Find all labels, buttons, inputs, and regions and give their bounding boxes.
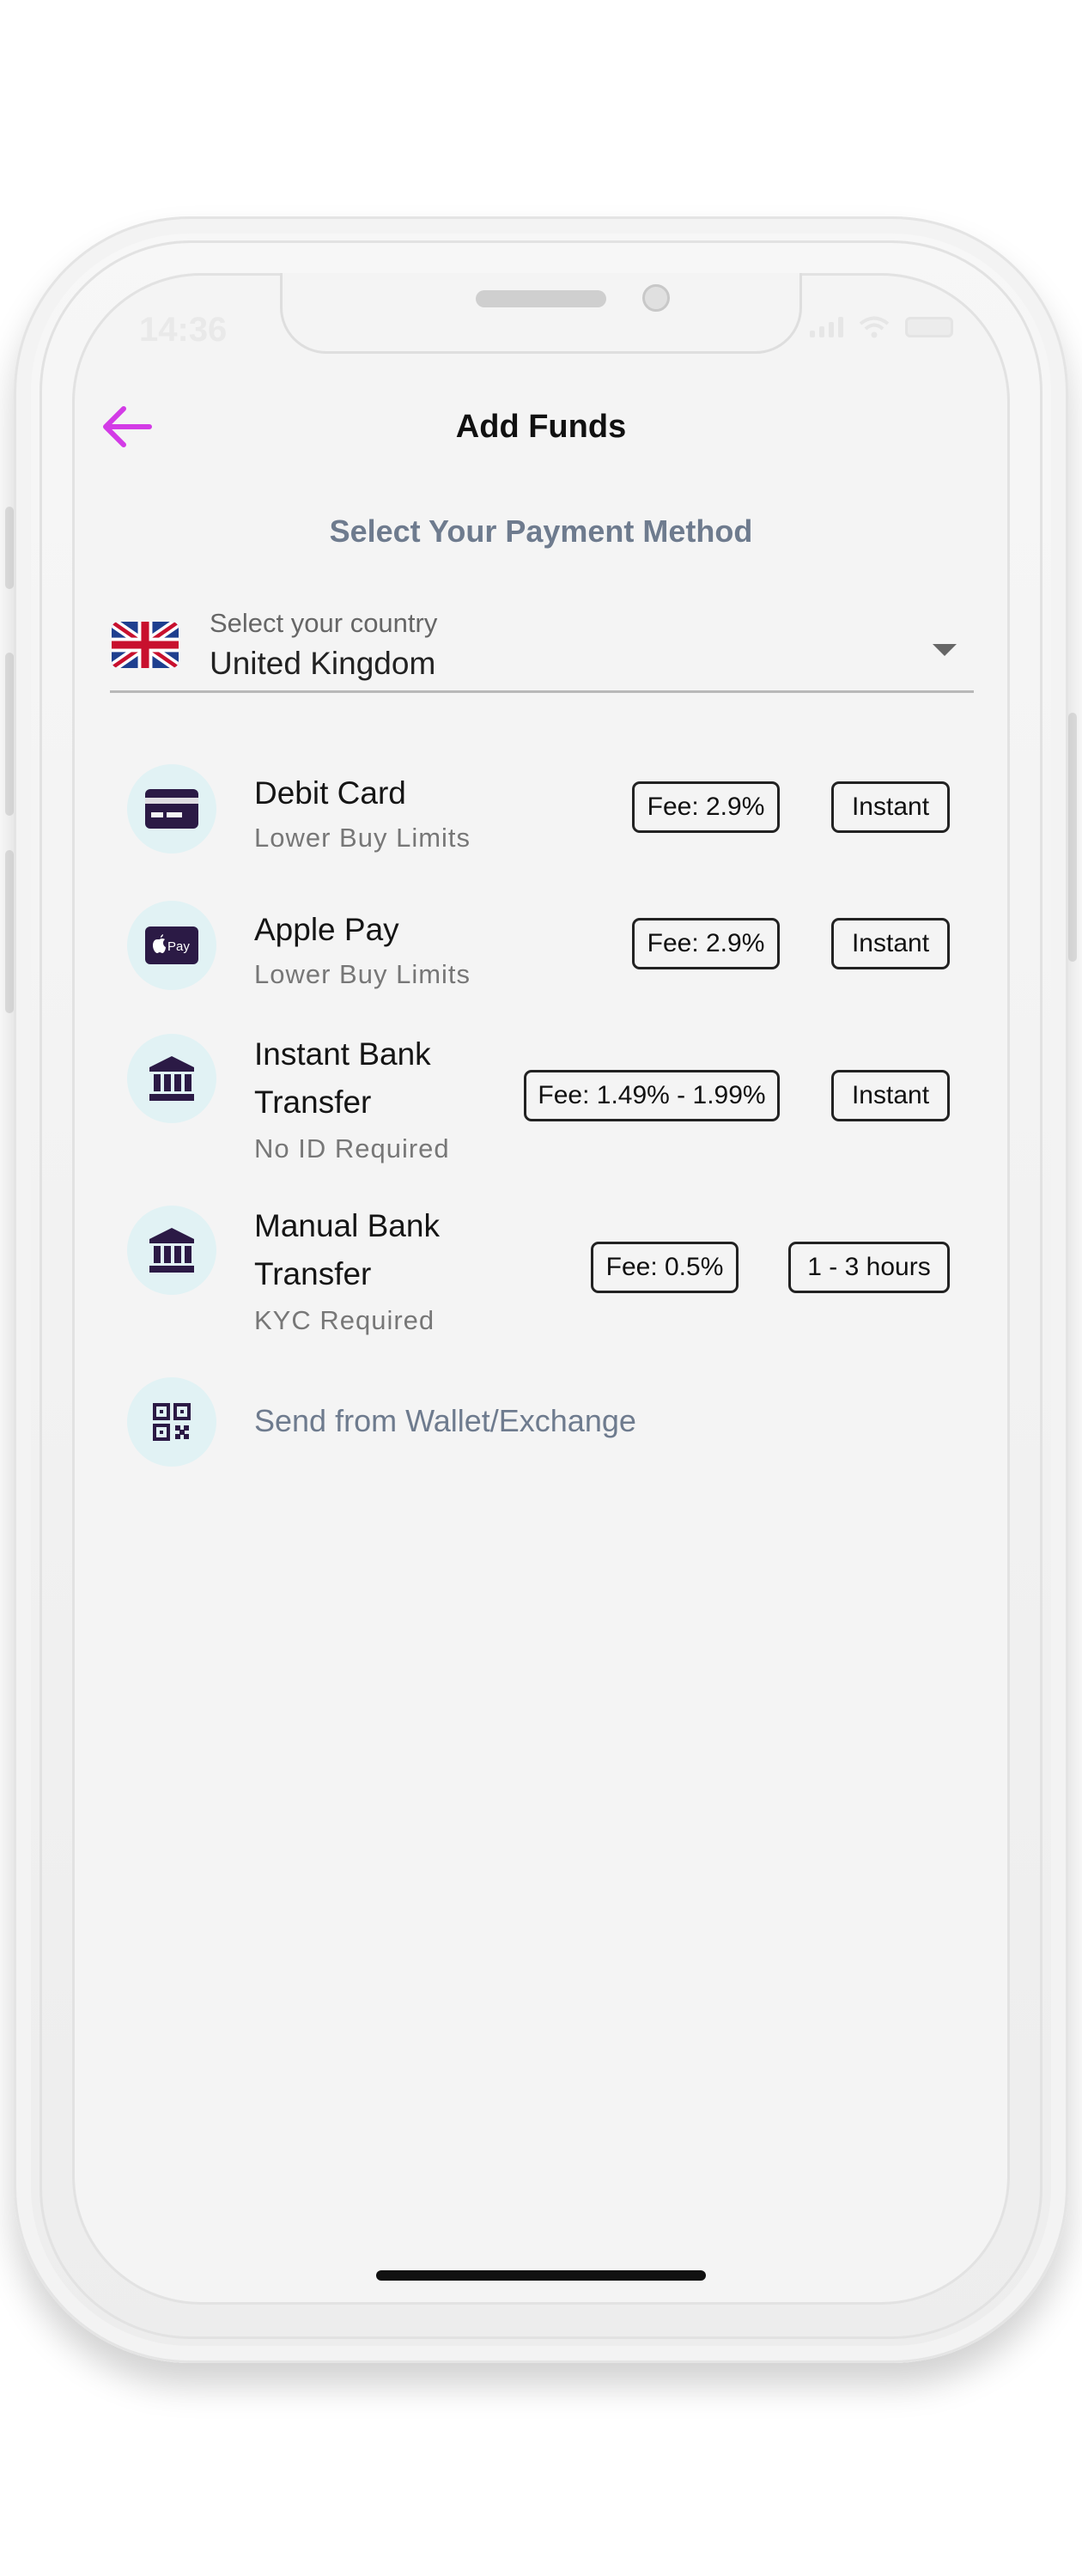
speed-badge: Instant [831, 1070, 950, 1121]
qr-code-icon [127, 1377, 216, 1467]
method-subtitle: KYC Required [254, 1305, 435, 1335]
status-time: 14:36 [139, 311, 228, 349]
payment-method-debit-card[interactable]: Debit Card Lower Buy Limits Fee: 2.9% In… [72, 761, 1010, 872]
speed-badge: Instant [831, 781, 950, 833]
fee-badge: Fee: 2.9% [632, 918, 780, 969]
country-value: United Kingdom [210, 646, 436, 681]
dropdown-caret-icon [933, 644, 957, 656]
apple-pay-icon-text: Pay [167, 939, 190, 954]
method-title-line-1: Instant Bank [254, 1036, 431, 1072]
method-subtitle: Lower Buy Limits [254, 959, 471, 989]
wifi-icon [859, 316, 890, 338]
speed-badge: Instant [831, 918, 950, 969]
signal-icon [810, 317, 843, 337]
uk-flag-icon [112, 622, 179, 668]
bank-icon [127, 1034, 216, 1123]
fee-badge: Fee: 1.49% - 1.99% [524, 1070, 780, 1121]
volume-down-button [5, 850, 14, 1013]
method-title-line-1: Manual Bank [254, 1208, 440, 1243]
method-title-line-2: Transfer [254, 1256, 372, 1291]
fee-badge: Fee: 0.5% [591, 1242, 739, 1293]
method-title: Debit Card [254, 775, 406, 811]
bank-icon [127, 1206, 216, 1295]
country-label: Select your country [210, 608, 438, 638]
method-title-line-2: Transfer [254, 1084, 372, 1120]
fee-badge: Fee: 2.9% [632, 781, 780, 833]
front-camera [642, 284, 670, 312]
payment-method-wallet-exchange[interactable]: Send from Wallet/Exchange [72, 1377, 1010, 1472]
method-subtitle: No ID Required [254, 1133, 450, 1163]
power-button [1068, 713, 1077, 962]
app-screen: 14:36 Add Funds Select Your Payment Meth… [72, 273, 1010, 2305]
apple-pay-icon: Pay [127, 901, 216, 990]
home-indicator[interactable] [376, 2270, 706, 2281]
section-subtitle: Select Your Payment Method [329, 513, 753, 549]
page-title: Add Funds [455, 409, 627, 445]
payment-method-apple-pay[interactable]: Pay Apple Pay Lower Buy Limits Fee: 2.9%… [72, 897, 1010, 1009]
silent-switch [5, 507, 14, 589]
status-icons [810, 316, 953, 338]
volume-up-button [5, 653, 14, 816]
speed-badge: 1 - 3 hours [788, 1242, 950, 1293]
payment-method-manual-bank-transfer[interactable]: Manual Bank Transfer KYC Required Fee: 0… [72, 1206, 1010, 1352]
wallet-exchange-label: Send from Wallet/Exchange [254, 1403, 636, 1438]
payment-method-instant-bank-transfer[interactable]: Instant Bank Transfer No ID Required Fee… [72, 1034, 1010, 1180]
method-subtitle: Lower Buy Limits [254, 823, 471, 853]
credit-card-icon [127, 764, 216, 854]
battery-icon [905, 317, 953, 337]
speaker-grille [476, 290, 606, 307]
method-title: Apple Pay [254, 912, 399, 947]
country-select[interactable]: Select your country United Kingdom [110, 608, 974, 693]
notch [280, 273, 802, 354]
